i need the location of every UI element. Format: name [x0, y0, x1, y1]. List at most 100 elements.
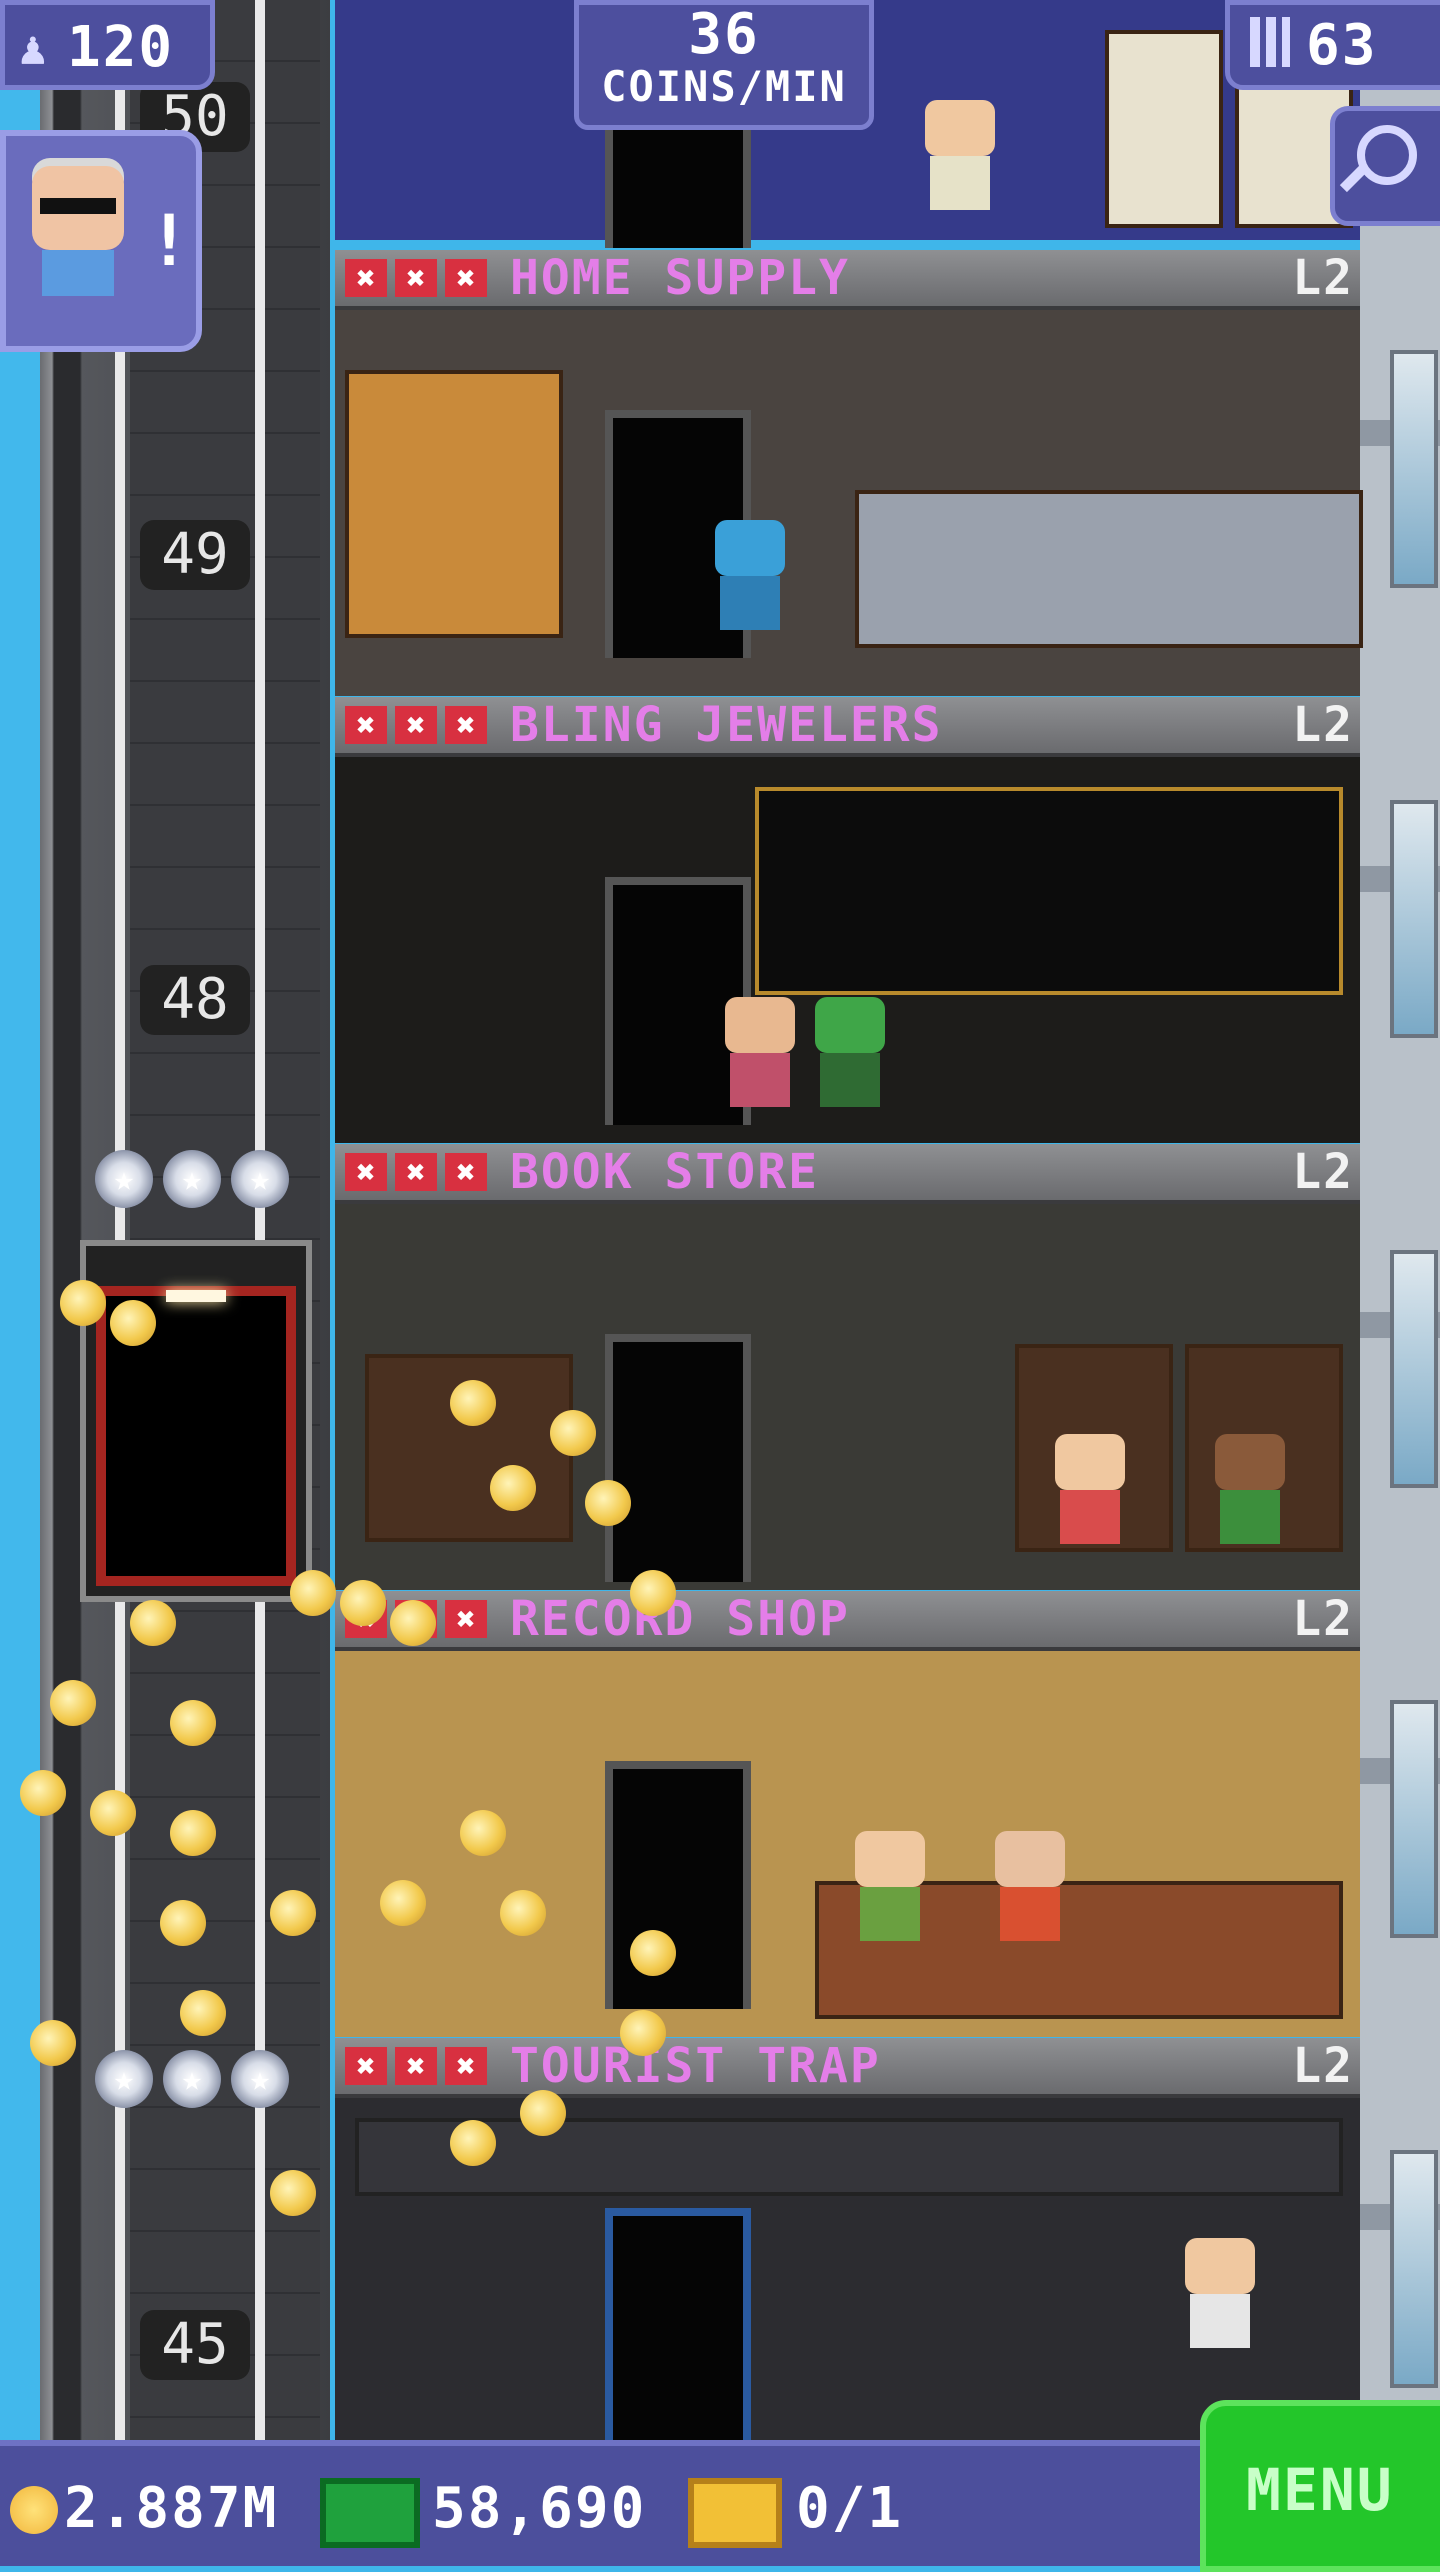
store-door: [605, 2208, 751, 2456]
tool-counter: [855, 490, 1363, 648]
building-icon: [1250, 17, 1290, 67]
store-name: BLING JEWELERS: [510, 697, 943, 753]
coin-icon: [460, 1810, 506, 1856]
coin-icon: [630, 1570, 676, 1616]
coin-icon: [550, 1410, 596, 1456]
coin-icon: [340, 1580, 386, 1626]
elevator-star-row: ★ ★ ★: [95, 2050, 289, 2110]
coin-icon: [450, 2120, 496, 2166]
store-header[interactable]: ✖ ✖ ✖ BOOK STORE L2: [335, 1144, 1360, 1204]
coin-icon: [90, 1790, 136, 1836]
edge-window: [1390, 2150, 1438, 2388]
lumber-rack: [345, 370, 563, 638]
floor-bling-jewelers[interactable]: ✖ ✖ ✖ BLING JEWELERS L2: [335, 697, 1360, 1143]
tenant-character[interactable]: [1215, 1434, 1285, 1544]
star-icon: ★: [95, 1150, 153, 1208]
coin-icon: [270, 2170, 316, 2216]
store-level: L2: [1292, 697, 1354, 753]
edge-window: [1390, 350, 1438, 588]
stock-empty-icon: ✖: [445, 1600, 487, 1638]
store-header[interactable]: ✖ ✖ ✖ RECORD SHOP L2: [335, 1591, 1360, 1651]
stock-empty-icon: ✖: [395, 1153, 437, 1191]
store-header[interactable]: ✖ ✖ ✖ HOME SUPPLY L2: [335, 250, 1360, 310]
magnifier-icon: [1357, 125, 1417, 185]
coin-icon: [130, 1600, 176, 1646]
floor-count-badge[interactable]: 63: [1225, 0, 1440, 90]
jewelry-display: [755, 787, 1343, 995]
edge-window: [1390, 800, 1438, 1038]
elevator-car[interactable]: [80, 1240, 312, 1602]
population-count: 120: [67, 15, 175, 80]
store-door: [605, 110, 751, 248]
population-badge[interactable]: ♟ 120: [0, 0, 215, 90]
coin-icon: [110, 1300, 156, 1346]
floor-number-label: 49: [140, 520, 250, 590]
tenant-character[interactable]: [1185, 2238, 1255, 2348]
stock-empty-icon: ✖: [345, 706, 387, 744]
coin-icon: [160, 1900, 206, 1946]
store-header[interactable]: ✖ ✖ ✖ BLING JEWELERS L2: [335, 697, 1360, 757]
floor-count: 63: [1306, 13, 1378, 78]
stock-empty-icon: ✖: [445, 259, 487, 297]
coin-icon: [180, 1990, 226, 2036]
coin-icon: [500, 1890, 546, 1936]
vip-shirt: [42, 250, 114, 296]
coin-icon: [620, 2010, 666, 2056]
stock-empty-icon: ✖: [445, 2047, 487, 2085]
coin-icon: [170, 1700, 216, 1746]
tenant-character[interactable]: [1055, 1434, 1125, 1544]
floor-number-label: 45: [140, 2310, 250, 2380]
tenant-character[interactable]: [715, 520, 785, 630]
souvenir-wall: [355, 2118, 1343, 2196]
coin-icon: [390, 1600, 436, 1646]
bookshelf: [1105, 30, 1223, 228]
star-icon: ★: [163, 1150, 221, 1208]
vip-visitor-button[interactable]: !: [0, 130, 202, 352]
store-interior: [335, 757, 1360, 1143]
coin-icon: [170, 1810, 216, 1856]
coin-icon: [50, 1680, 96, 1726]
tenant-character[interactable]: [925, 100, 995, 210]
store-level: L2: [1292, 1144, 1354, 1200]
elevator-star-row: ★ ★ ★: [95, 1150, 289, 1210]
store-door: [605, 1334, 751, 1582]
store-header[interactable]: ✖ ✖ ✖ TOURIST TRAP L2: [335, 2038, 1360, 2098]
tenant-character[interactable]: [815, 997, 885, 1107]
tenant-character[interactable]: [725, 997, 795, 1107]
coin-icon: [450, 1380, 496, 1426]
coin-balance: 2.887M: [64, 2476, 279, 2541]
coins-per-min-value: 36: [688, 2, 760, 67]
stock-empty-icon: ✖: [345, 259, 387, 297]
star-icon: ★: [231, 1150, 289, 1208]
search-button[interactable]: [1330, 106, 1440, 226]
menu-label: MENU: [1246, 2456, 1394, 2524]
coin-icon: [630, 1930, 676, 1976]
coin-icon: [380, 1880, 426, 1926]
star-icon: ★: [95, 2050, 153, 2108]
tenant-character[interactable]: [995, 1831, 1065, 1941]
store-name: RECORD SHOP: [510, 1591, 850, 1647]
stock-empty-icon: ✖: [445, 706, 487, 744]
stock-empty-icon: ✖: [445, 1153, 487, 1191]
tenant-character[interactable]: [855, 1831, 925, 1941]
floor-home-supply[interactable]: ✖ ✖ ✖ HOME SUPPLY L2: [335, 250, 1363, 696]
floor-book-store[interactable]: ✖ ✖ ✖ BOOK STORE L2: [335, 1144, 1360, 1590]
stock-empty-icon: ✖: [395, 259, 437, 297]
coin-icon: [585, 1480, 631, 1526]
coin-icon: [520, 2090, 566, 2136]
store-interior: [335, 310, 1363, 696]
edge-window: [1390, 1700, 1438, 1938]
coin-icon: [490, 1465, 536, 1511]
bux-balance: 58,690: [432, 2476, 647, 2541]
stock-empty-icon: ✖: [345, 2047, 387, 2085]
coins-per-min-label: COINS/MIN: [601, 62, 847, 111]
coin-icon: [30, 2020, 76, 2066]
sky-background: [0, 0, 40, 2560]
store-level: L2: [1292, 250, 1354, 306]
store-name: HOME SUPPLY: [510, 250, 850, 306]
store-name: BOOK STORE: [510, 1144, 819, 1200]
store-name: TOURIST TRAP: [510, 2038, 881, 2094]
menu-button[interactable]: MENU: [1200, 2400, 1440, 2572]
coin-icon: [60, 1280, 106, 1326]
elevator-light: [166, 1290, 226, 1302]
